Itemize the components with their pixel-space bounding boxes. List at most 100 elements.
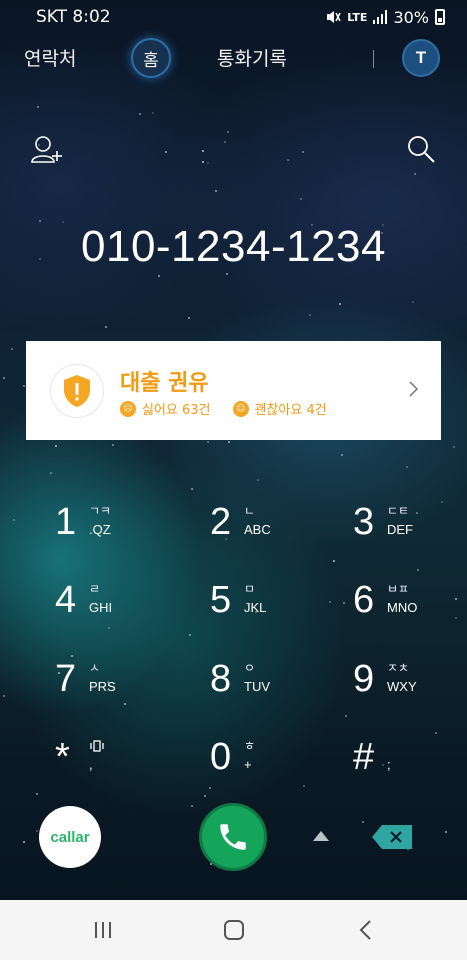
dialpad-key[interactable]: 8 ㅇ TUV <box>210 657 330 717</box>
home-icon[interactable] <box>221 917 247 943</box>
dialpad-key[interactable]: 3 ㄷㅌ DEF <box>353 500 467 560</box>
star-dot <box>339 303 341 305</box>
dialpad-key[interactable]: 4 ㄹ GHI <box>55 578 175 638</box>
star-dot <box>158 275 160 277</box>
callar-app-button[interactable]: callar <box>39 806 101 868</box>
tab-call-history[interactable]: 통화기록 <box>217 44 287 71</box>
dialpad-key[interactable]: 9 ㅈㅊ WXY <box>353 657 467 717</box>
status-icons: LTE 30% <box>325 8 445 27</box>
dialpad-hangul: ㄴ <box>244 504 256 518</box>
star-dot <box>453 446 455 448</box>
star-dot <box>417 569 419 571</box>
star-dot <box>189 634 191 636</box>
star-dot <box>191 805 193 807</box>
back-icon[interactable] <box>353 917 379 943</box>
tab-contacts[interactable]: 연락처 <box>24 44 76 71</box>
dialpad-latin: MNO <box>387 600 418 615</box>
battery-icon <box>435 9 445 25</box>
star-dot <box>23 385 25 387</box>
call-button[interactable] <box>199 803 267 871</box>
signal-icon <box>373 10 388 24</box>
star-dot <box>11 348 13 350</box>
dialpad-digit: 7 <box>55 658 77 700</box>
dialpad-key[interactable]: 7 ㅅ PRS <box>55 657 175 717</box>
star-dot <box>139 113 141 115</box>
star-dot <box>412 301 414 303</box>
dialpad-digit: 4 <box>55 579 77 621</box>
dialpad-latin: DEF <box>387 522 413 537</box>
dialpad-key[interactable]: 6 ㅂㅍ MNO <box>353 578 467 638</box>
star-dot <box>445 831 447 833</box>
star-dot <box>36 830 38 832</box>
add-contact-icon[interactable] <box>30 133 64 167</box>
dialpad-latin: GHI <box>89 600 113 615</box>
dialpad-key[interactable]: 5 ㅁ JKL <box>210 578 330 638</box>
dialpad-digit: 1 <box>55 501 77 543</box>
star-dot <box>435 732 437 734</box>
dialpad-key[interactable]: 2 ㄴ ABC <box>210 500 330 560</box>
star-dot <box>36 793 38 795</box>
search-icon[interactable] <box>405 133 439 167</box>
dialpad-latin: PRS <box>89 679 116 694</box>
star-dot <box>302 151 304 153</box>
star-dot <box>309 314 311 316</box>
spam-category: 대출 권유 <box>120 371 209 396</box>
shield-badge <box>50 364 104 418</box>
star-dot <box>215 190 217 192</box>
star-dot <box>343 602 345 604</box>
backspace-icon[interactable] <box>372 825 412 849</box>
star-dot <box>191 488 193 490</box>
dialpad-digit: * <box>55 736 70 778</box>
dialpad-key[interactable]: *, <box>55 735 175 795</box>
star-dot <box>224 141 226 143</box>
top-nav: 연락처 홈 통화기록 T <box>0 38 467 80</box>
star-dot <box>362 821 364 823</box>
star-dot <box>227 131 229 133</box>
star-dot <box>333 560 335 562</box>
star-dot <box>105 326 107 328</box>
dialpad-digit: 3 <box>353 501 375 543</box>
callar-logo: callar <box>50 828 90 846</box>
dialpad-latin: JKL <box>244 600 267 615</box>
dialpad-key[interactable]: #; <box>353 735 467 795</box>
dialpad-key[interactable]: 0 ㅎ + <box>210 735 330 795</box>
carrier-time: SKT 8:02 <box>36 7 111 27</box>
avatar-letter: T <box>415 48 427 67</box>
star-dot <box>23 841 25 843</box>
dialpad-hangul: ㅎ <box>244 739 256 753</box>
tab-home[interactable]: 홈 <box>131 38 171 78</box>
dialpad-key[interactable]: 1 ㄱㅋ .QZ <box>55 500 175 560</box>
recent-apps-icon[interactable] <box>90 917 116 943</box>
star-dot <box>3 377 5 379</box>
warning-shield-icon <box>64 375 90 407</box>
phone-icon <box>220 824 246 850</box>
star-dot <box>202 150 204 152</box>
dialpad-digit: 0 <box>210 736 232 778</box>
star-dot <box>13 519 15 521</box>
spam-info-card[interactable]: 대출 권유 ☹ 싫어요 63건 ☺ 괜찮아요 4건 <box>26 341 441 440</box>
star-dot <box>226 273 228 275</box>
star-dot <box>300 198 302 200</box>
star-dot <box>112 444 114 446</box>
dialpad-latin: .QZ <box>89 522 111 537</box>
dialed-number[interactable]: 010-1234-1234 <box>0 222 467 272</box>
dialpad-latin: ABC <box>244 522 271 537</box>
profile-avatar[interactable]: T <box>402 39 440 77</box>
dialpad-latin: + <box>244 757 252 772</box>
mute-vibrate-icon <box>327 11 341 23</box>
dialpad-hangul: ㅇ <box>244 661 256 675</box>
star-dot <box>202 161 204 163</box>
star-dot <box>345 715 347 717</box>
star-dot <box>165 151 167 153</box>
star-dot <box>37 106 39 108</box>
dialpad-digit: 8 <box>210 658 232 700</box>
expand-up-icon[interactable] <box>313 831 329 841</box>
dislike-count: 싫어요 63건 <box>142 403 211 418</box>
dialpad-latin: , <box>89 757 93 772</box>
star-dot <box>414 173 416 175</box>
spam-stats: ☹ 싫어요 63건 ☺ 괜찮아요 4건 <box>120 399 327 418</box>
like-face-icon: ☺ <box>232 400 249 417</box>
star-dot <box>204 795 206 797</box>
star-dot <box>406 466 408 468</box>
star-dot <box>152 112 154 114</box>
